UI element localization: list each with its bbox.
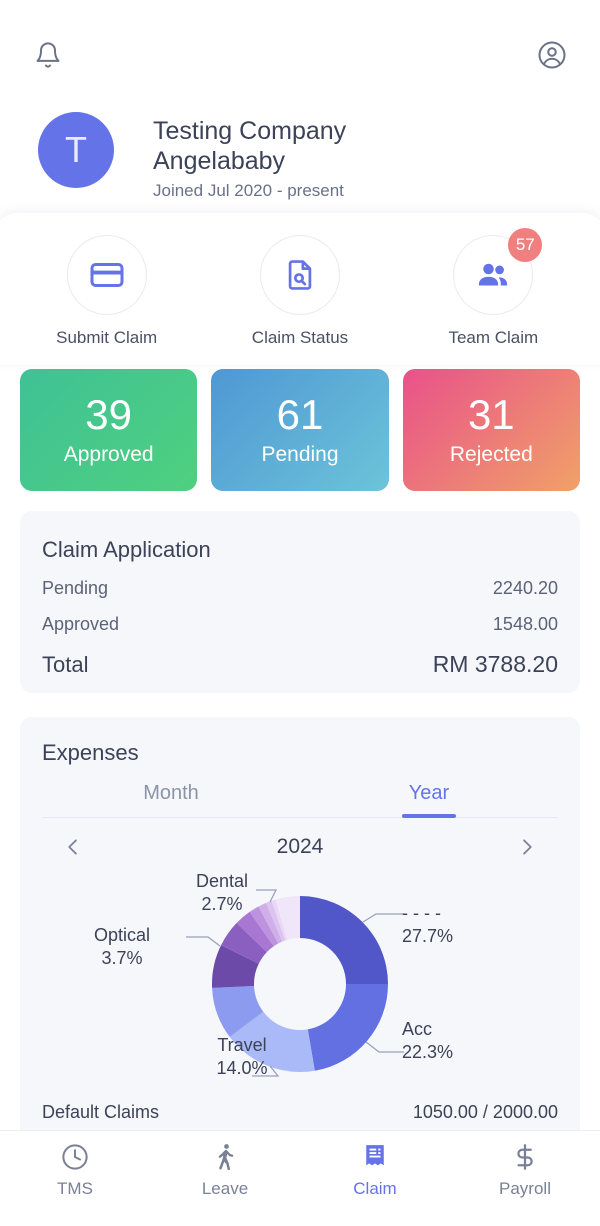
credit-card-icon (90, 263, 124, 287)
period-navigator: 2024 (42, 818, 558, 864)
current-period: 2024 (276, 835, 324, 858)
claim-row-total: Total RM 3788.20 (42, 651, 558, 678)
chevron-left-icon (68, 839, 77, 855)
account-button[interactable] (530, 33, 574, 77)
default-claims-label: Default Claims (42, 1102, 160, 1122)
chart-label-value: 22.3% (402, 1042, 454, 1062)
chart-label-text: Dental (195, 871, 249, 891)
quick-action-label: Team Claim (448, 328, 539, 347)
account-circle-icon (538, 41, 566, 69)
nav-item-claim[interactable]: Claim (300, 1142, 450, 1199)
nav-label: TMS (57, 1179, 93, 1198)
total-value: RM 3788.20 (432, 651, 558, 677)
leader-dashes (362, 913, 404, 923)
total-label: Total (42, 652, 89, 677)
slice-dashes[interactable] (300, 896, 388, 984)
company-name: Testing Company Angelababy (153, 117, 347, 175)
expenses-donut-chart: - - - - 27.7% Acc 22.3% Travel 14.0% Opt… (42, 866, 558, 1096)
nav-item-payroll[interactable]: Payroll (450, 1142, 600, 1199)
top-bar (0, 0, 600, 110)
chart-label-value: 3.7% (101, 948, 143, 968)
receipt-icon (366, 1145, 384, 1166)
expenses-title: Expenses (42, 740, 139, 765)
slice-acc[interactable] (307, 984, 388, 1071)
claim-application-title: Claim Application (42, 537, 211, 562)
claim-application-card: Claim Application Pending 2240.20 Approv… (20, 511, 580, 693)
chart-label-text: Travel (217, 1035, 267, 1055)
chart-label-value: 2.7% (201, 894, 243, 914)
stat-label: Rejected (449, 443, 533, 467)
stat-cards: 39 Approved 61 Pending 31 Rejected (20, 369, 580, 491)
submit-claim-icon-circle (66, 235, 147, 315)
profile-text: Testing Company Angelababy Joined Jul 20… (153, 112, 413, 201)
expenses-card: Expenses Month Year 2024 - - - - 27.7% A… (20, 717, 580, 1149)
stat-value: 31 (467, 390, 515, 438)
prev-period-button[interactable] (56, 830, 90, 864)
chart-label-optical: Optical 3.7% (62, 924, 182, 970)
next-period-button[interactable] (510, 830, 544, 864)
quick-action-label: Claim Status (251, 328, 349, 347)
nav-item-tms[interactable]: TMS (0, 1142, 150, 1199)
quick-action-claim-status[interactable]: Claim Status (203, 235, 396, 348)
team-claim-icon-circle: 57 (453, 228, 543, 315)
stat-label: Approved (63, 443, 154, 467)
avatar-initial: T (65, 129, 87, 170)
expenses-tabs: Month Year (42, 782, 558, 818)
tab-month[interactable]: Month (42, 782, 300, 817)
nav-label: Leave (201, 1179, 249, 1198)
default-claims-value: 1050.00 / 2000.00 (412, 1102, 558, 1122)
row-label: Approved (42, 614, 120, 634)
stat-card-rejected[interactable]: 31 Rejected (402, 369, 580, 491)
stat-value: 61 (276, 390, 324, 438)
joined-period: Joined Jul 2020 - present (153, 181, 344, 200)
stat-label: Pending (261, 443, 339, 467)
chart-label-travel: Travel 14.0% (182, 1034, 302, 1080)
document-search-icon (288, 260, 312, 290)
chart-label-text: Acc (402, 1019, 433, 1039)
dollar-icon (517, 1144, 533, 1170)
default-claims-row: Default Claims 1050.00 / 2000.00 (42, 1102, 558, 1123)
row-value: 1548.00 (492, 614, 558, 634)
nav-label: Claim (353, 1179, 397, 1198)
people-icon (479, 263, 508, 286)
claim-status-icon-circle (259, 235, 340, 315)
row-value: 2240.20 (492, 578, 558, 598)
avatar: T (38, 112, 114, 188)
stat-card-approved[interactable]: 39 Approved (20, 369, 198, 491)
bottom-navigation: TMS Leave Claim Payroll (0, 1130, 600, 1226)
team-claim-badge: 57 (508, 228, 543, 262)
chart-label-value: 14.0% (216, 1058, 268, 1078)
stat-value: 39 (85, 390, 133, 438)
row-label: Pending (42, 578, 109, 598)
chart-label-acc: Acc 22.3% (402, 1018, 522, 1064)
quick-action-label: Submit Claim (56, 328, 158, 347)
notification-bell-button[interactable] (26, 33, 70, 77)
leader-acc (365, 1041, 404, 1053)
claim-row-approved: Approved 1548.00 (42, 614, 558, 635)
quick-actions-row: Submit Claim Claim Status 57 Team Claim (0, 213, 600, 348)
leader-optical (186, 936, 221, 947)
app-screen: T Testing Company Angelababy Joined Jul … (0, 0, 600, 1226)
quick-action-submit-claim[interactable]: Submit Claim (10, 235, 203, 348)
chart-label-text: - - - - (402, 903, 441, 923)
walking-icon (218, 1144, 234, 1171)
clock-icon (62, 1144, 88, 1170)
chart-label-value: 27.7% (402, 926, 454, 946)
quick-actions-card: Submit Claim Claim Status 57 Team Claim (0, 213, 600, 365)
chevron-right-icon (523, 839, 532, 855)
quick-action-team-claim[interactable]: 57 Team Claim (397, 228, 590, 348)
chart-label-dental: Dental 2.7% (162, 870, 282, 916)
chart-label-dashes: - - - - 27.7% (402, 902, 522, 948)
nav-label: Payroll (499, 1179, 551, 1198)
nav-item-leave[interactable]: Leave (150, 1142, 300, 1199)
tab-year[interactable]: Year (300, 782, 558, 817)
chart-label-text: Optical (93, 925, 151, 945)
bell-icon (36, 42, 60, 68)
stat-card-pending[interactable]: 61 Pending (211, 369, 389, 491)
profile-header: T Testing Company Angelababy Joined Jul … (0, 112, 600, 201)
claim-row-pending: Pending 2240.20 (42, 578, 558, 599)
